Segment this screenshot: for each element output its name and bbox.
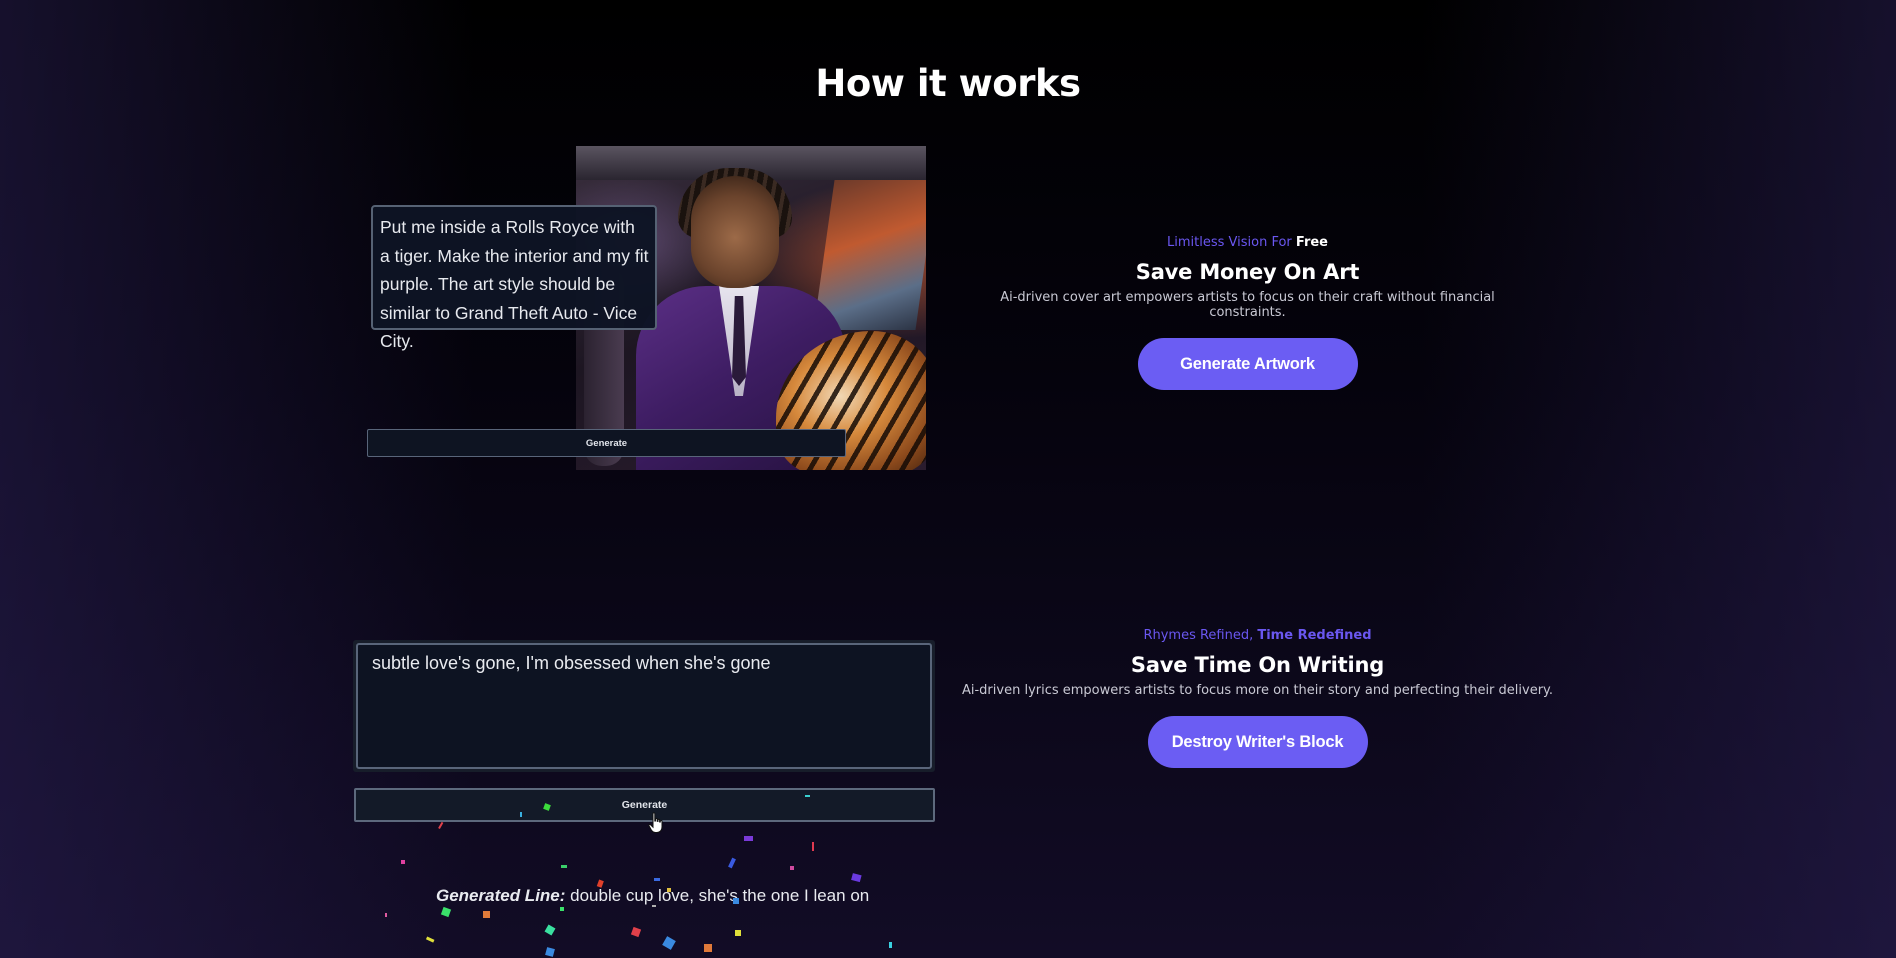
kicker-prefix: Rhymes Refined, [1143,628,1258,643]
feature-save-time: Rhymes Refined, Time Redefined Save Time… [960,628,1555,768]
section-title: How it works [815,62,1081,105]
lyrics-generate-button[interactable]: Generate [354,788,935,822]
hand-pointer-icon [648,812,663,833]
generated-line-value: double cup love, she's the one I lean on [565,886,870,905]
kicker-prefix: Limitless Vision For [1167,235,1296,250]
feature-kicker: Rhymes Refined, Time Redefined [960,628,1555,646]
generated-line-label: Generated Line: [436,886,566,905]
confetti-decoration [385,795,892,957]
artwork-prompt-card: Put me inside a Rolls Royce with a tiger… [371,205,657,351]
kicker-highlight: Time Redefined [1257,628,1372,643]
generated-line: Generated Line: double cup love, she's t… [436,886,956,906]
feature-description: Ai-driven cover art empowers artists to … [1000,290,1495,320]
kicker-highlight: Free [1295,235,1328,250]
lyrics-input-wrapper: subtle love's gone, I'm obsessed when sh… [353,640,935,772]
feature-description: Ai-driven lyrics empowers artists to foc… [961,683,1554,698]
feature-heading: Save Time On Writing [1130,653,1385,677]
artwork-generate-button[interactable]: Generate [367,429,846,457]
lyrics-input[interactable]: subtle love's gone, I'm obsessed when sh… [356,643,932,769]
destroy-writers-block-button[interactable]: Destroy Writer's Block [1147,716,1368,768]
feature-save-money: Limitless Vision For Free Save Money On … [960,235,1535,390]
feature-heading: Save Money On Art [1135,260,1360,284]
feature-kicker: Limitless Vision For Free [960,235,1535,253]
generate-artwork-button[interactable]: Generate Artwork [1137,338,1358,390]
